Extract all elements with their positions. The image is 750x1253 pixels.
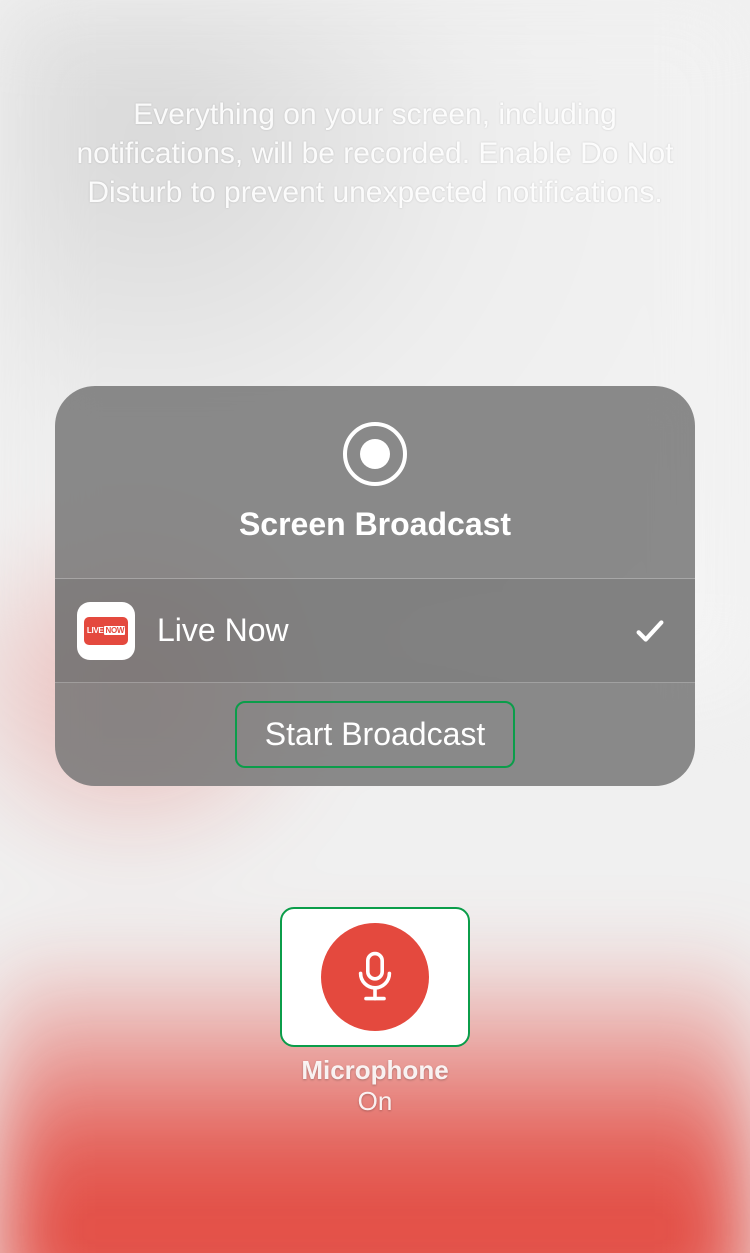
panel-header: Screen Broadcast bbox=[55, 386, 695, 579]
start-broadcast-label: Start Broadcast bbox=[265, 716, 486, 752]
checkmark-icon bbox=[633, 614, 667, 648]
microphone-icon bbox=[321, 923, 429, 1031]
microphone-status: On bbox=[358, 1086, 393, 1117]
broadcast-app-name: Live Now bbox=[157, 612, 633, 649]
broadcast-app-row[interactable]: LIVENOW Live Now bbox=[55, 579, 695, 683]
broadcast-panel: Screen Broadcast LIVENOW Live Now Start … bbox=[55, 386, 695, 786]
panel-action-row: Start Broadcast bbox=[55, 683, 695, 786]
panel-title: Screen Broadcast bbox=[239, 506, 511, 543]
microphone-section: Microphone On bbox=[0, 907, 750, 1117]
microphone-toggle-button[interactable] bbox=[280, 907, 470, 1047]
start-broadcast-button[interactable]: Start Broadcast bbox=[235, 701, 516, 768]
recording-warning-text: Everything on your screen, including not… bbox=[0, 95, 750, 212]
record-icon bbox=[343, 422, 407, 486]
live-now-app-icon: LIVENOW bbox=[77, 602, 135, 660]
microphone-label: Microphone bbox=[301, 1055, 448, 1086]
